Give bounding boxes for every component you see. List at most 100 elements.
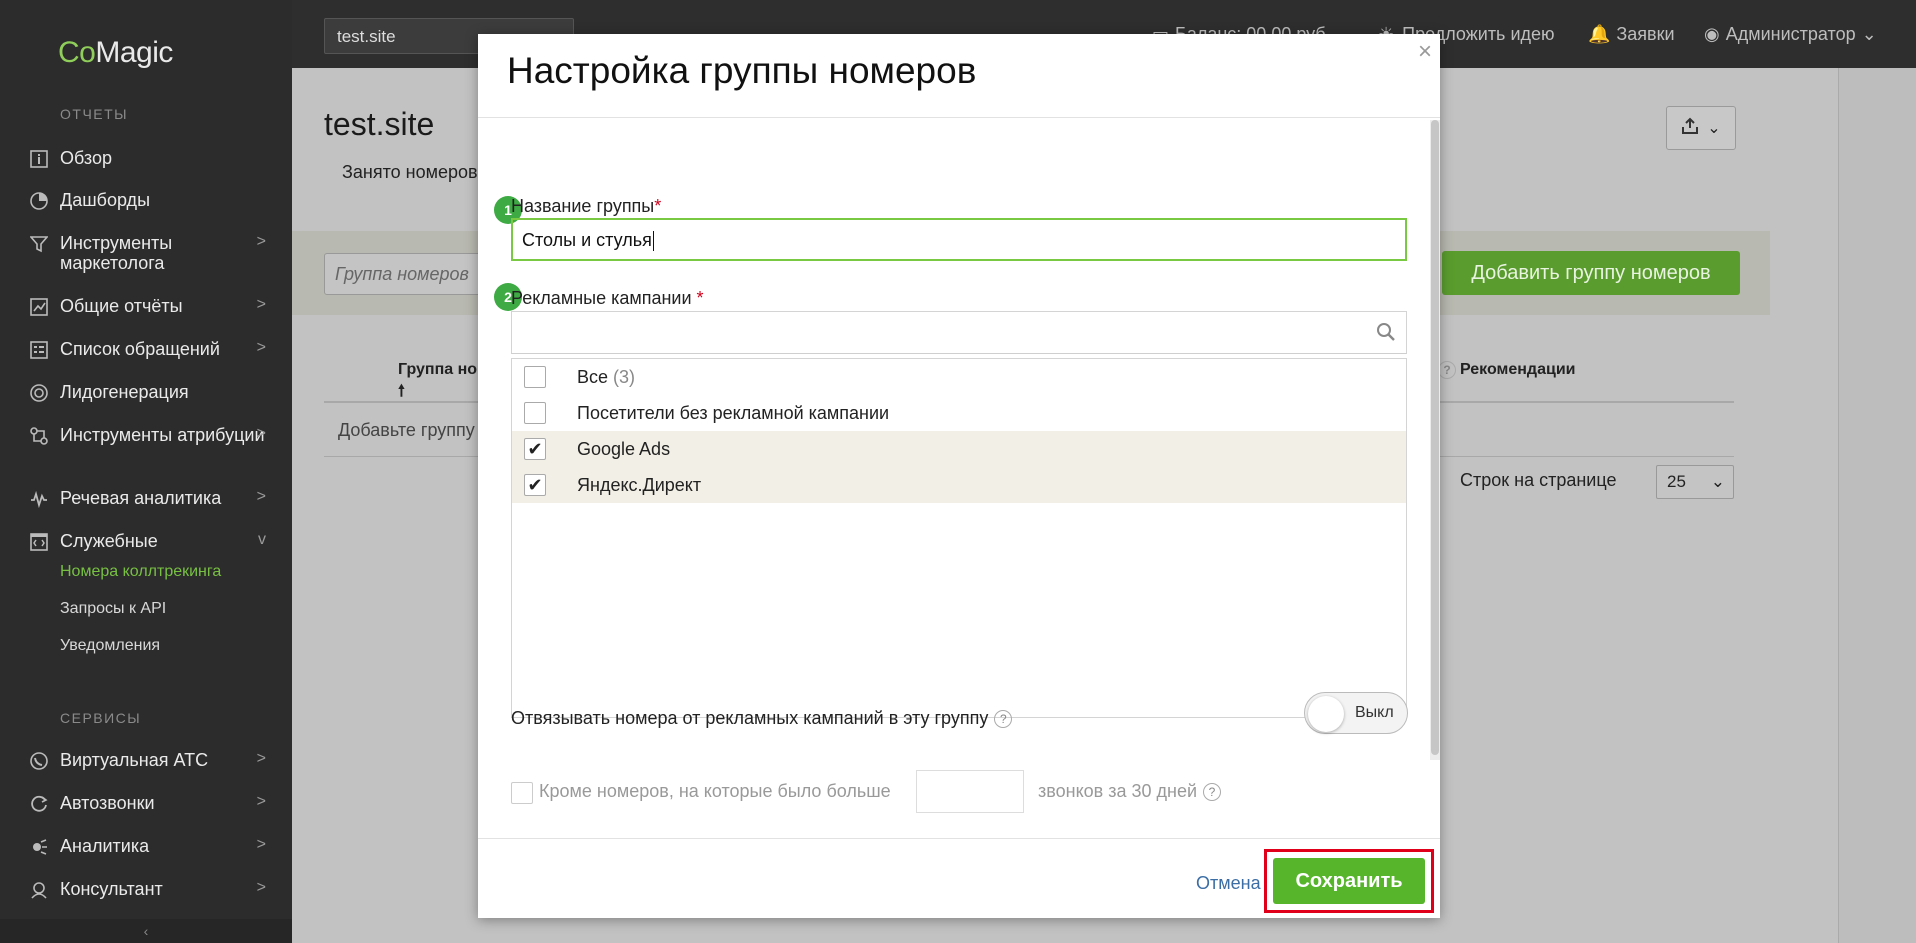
unbind-numbers-label: Отвязывать номера от рекламных кампаний …: [511, 708, 1013, 729]
section-title-reports: ОТЧЕТЫ: [60, 106, 129, 122]
chevron-down-icon: ⌄: [1710, 472, 1725, 491]
user-icon: ◉: [1704, 24, 1720, 44]
list-icon: [28, 339, 50, 361]
list-item[interactable]: Посетители без рекламной кампании: [512, 395, 1406, 431]
cancel-button[interactable]: Отмена: [1196, 873, 1261, 894]
user-name: Администратор: [1725, 24, 1856, 44]
rows-per-page-select[interactable]: 25 ⌄: [1656, 465, 1734, 499]
sidebar-collapse-button[interactable]: ‹: [0, 919, 292, 943]
campaign-label: Google Ads: [577, 438, 671, 459]
sidebar-item-overview[interactable]: Обзор: [28, 148, 274, 170]
chevron-right-icon: >: [256, 879, 266, 896]
consultant-icon: [28, 879, 50, 901]
export-icon: [1681, 117, 1699, 140]
sidebar-item-service[interactable]: Служебные v: [28, 531, 274, 553]
sidebar-item-requests-list[interactable]: Список обращений >: [28, 339, 274, 361]
scrollbar-thumb[interactable]: [1431, 120, 1439, 755]
info-icon: [28, 148, 50, 170]
checkbox-yandex-direct[interactable]: ✔: [524, 474, 546, 496]
pie-icon: [28, 190, 50, 212]
chevron-down-icon: ⌄: [1707, 120, 1721, 137]
sidebar-item-label: Общие отчёты: [60, 296, 183, 316]
sidebar-item-label: Инструменты маркетолога: [60, 233, 173, 273]
sidebar-item-label: Дашборды: [60, 190, 150, 210]
sidebar-item-attribution[interactable]: Инструменты атрибуции >: [28, 425, 274, 447]
target-icon: [28, 382, 50, 404]
help-icon: ?: [1438, 361, 1456, 379]
save-button[interactable]: Сохранить: [1273, 858, 1425, 904]
sidebar-item-marketing-tools[interactable]: Инструменты маркетолога >: [28, 233, 274, 273]
chevron-right-icon: >: [256, 296, 266, 313]
sidebar-item-speech-analytics[interactable]: Речевая аналитика >: [28, 488, 274, 510]
list-item[interactable]: ✔ Яндекс.Директ: [512, 467, 1406, 503]
except-numbers-label: Кроме номеров, на которые было больше: [539, 781, 891, 801]
close-icon[interactable]: ×: [1418, 38, 1432, 66]
requests-text: Заявки: [1616, 24, 1675, 44]
chevron-right-icon: >: [256, 488, 266, 505]
group-name-input[interactable]: Столы и стулья: [511, 218, 1407, 261]
chevron-right-icon: >: [256, 836, 266, 853]
campaigns-label: Рекламные кампании *: [511, 288, 704, 308]
sidebar-item-dashboards[interactable]: Дашборды: [28, 190, 274, 212]
group-filter-input[interactable]: Группа номеров: [324, 253, 484, 295]
help-icon[interactable]: ?: [994, 709, 1013, 728]
chevron-right-icon: >: [256, 750, 266, 767]
sidebar-item-label: Консультант: [60, 879, 163, 899]
chevron-down-icon: v: [258, 531, 266, 548]
modal-title: Настройка группы номеров: [507, 50, 977, 91]
sidebar-item-label: Инструменты атрибуции: [60, 425, 265, 445]
sidebar-item-label: Список обращений: [60, 339, 220, 359]
unbind-numbers-toggle[interactable]: Выкл: [1304, 692, 1408, 734]
calls-threshold-input[interactable]: [916, 770, 1024, 813]
user-menu[interactable]: ◉ Администратор ⌄: [1704, 24, 1877, 45]
code-icon: [28, 531, 50, 553]
except-numbers-checkbox[interactable]: [511, 782, 533, 804]
campaign-search-input[interactable]: [511, 311, 1407, 354]
funnel-icon: [28, 233, 50, 255]
list-item[interactable]: ✔ Google Ads: [512, 431, 1406, 467]
sidebar-item-label: Лидогенерация: [60, 382, 189, 402]
sidebar-item-leadgen[interactable]: Лидогенерация: [28, 382, 274, 404]
column-header-recommendations[interactable]: ? Рекомендации: [1438, 361, 1576, 379]
sidebar-item-general-reports[interactable]: Общие отчёты >: [28, 296, 274, 318]
attribution-icon: [28, 425, 50, 447]
comagic-logo[interactable]: CoMagic: [58, 36, 173, 70]
checkbox-no-campaign[interactable]: [524, 402, 546, 424]
help-icon[interactable]: ?: [1203, 782, 1222, 801]
column-header-group[interactable]: Группа но: [398, 361, 477, 379]
checkbox-all[interactable]: [524, 366, 546, 388]
toggle-state-label: Выкл: [1355, 704, 1394, 721]
sidebar-subitem-api-requests[interactable]: Запросы к API: [60, 600, 166, 618]
page-title: test.site: [324, 106, 435, 142]
campaign-count: (3): [613, 366, 636, 387]
wave-icon: [28, 488, 50, 510]
sidebar-item-label: Обзор: [60, 148, 112, 168]
sidebar-item-label: Речевая аналитика: [60, 488, 222, 508]
empty-table-message: Добавьте группу: [338, 420, 475, 440]
sidebar-subitem-calltracking-numbers[interactable]: Номера коллтрекинга: [60, 563, 221, 581]
sidebar-item-virtual-pbx[interactable]: Виртуальная АТС >: [28, 750, 274, 772]
right-panel: [1838, 68, 1916, 943]
tab-busy-numbers[interactable]: Занято номеров: [342, 162, 478, 183]
site-select-value: test.site: [337, 27, 396, 46]
sidebar-item-label: Аналитика: [60, 836, 150, 856]
sidebar-subitem-notifications[interactable]: Уведомления: [60, 637, 160, 655]
chevron-down-icon: ⌄: [1861, 24, 1877, 44]
list-item[interactable]: Все (3): [512, 359, 1406, 395]
checkbox-google-ads[interactable]: ✔: [524, 438, 546, 460]
sidebar-item-autocalls[interactable]: Автозвонки >: [28, 793, 274, 815]
sidebar: CoMagic ОТЧЕТЫ Обзор Дашборды Инструмент…: [0, 0, 292, 943]
bell-icon: 🔔: [1588, 24, 1611, 44]
column-header-label: Рекомендации: [1460, 361, 1576, 378]
modal-scrollbar[interactable]: [1430, 120, 1440, 760]
sidebar-item-analytics[interactable]: Аналитика >: [28, 836, 274, 858]
sidebar-item-label: Служебные: [60, 531, 158, 551]
campaign-label: Яндекс.Директ: [577, 474, 702, 495]
sidebar-item-consultant[interactable]: Консультант >: [28, 879, 274, 901]
except-numbers-tail: звонков за 30 дней ?: [1038, 781, 1222, 802]
save-highlight-frame: Сохранить: [1264, 849, 1434, 913]
export-button[interactable]: ⌄: [1666, 106, 1736, 150]
add-number-group-button[interactable]: Добавить группу номеров: [1442, 251, 1740, 295]
requests-link[interactable]: 🔔 Заявки: [1588, 24, 1675, 45]
rows-per-page-value: 25: [1667, 472, 1686, 491]
